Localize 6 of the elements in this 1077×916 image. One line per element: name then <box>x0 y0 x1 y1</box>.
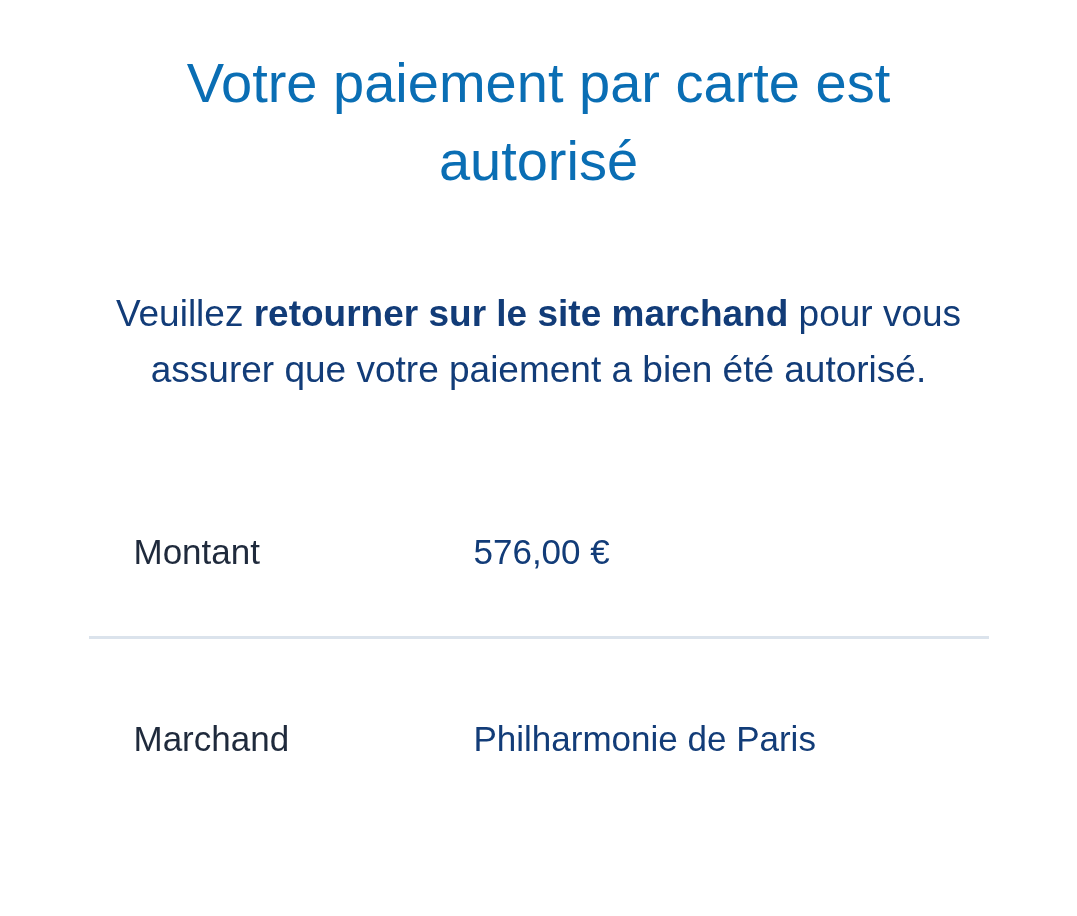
instruction-text: Veuillez retourner sur le site marchand pour vous assurer que votre paiement a bien été autorisé. <box>114 292 963 392</box>
detail-value: Philharmonie de Paris <box>473 718 816 760</box>
detail-value: 576,00 € <box>473 531 610 573</box>
page-title: Votre paiement par carte est autorisé <box>185 50 892 194</box>
detail-label: Marchand <box>133 718 291 760</box>
detail-label: Montant <box>133 531 261 573</box>
